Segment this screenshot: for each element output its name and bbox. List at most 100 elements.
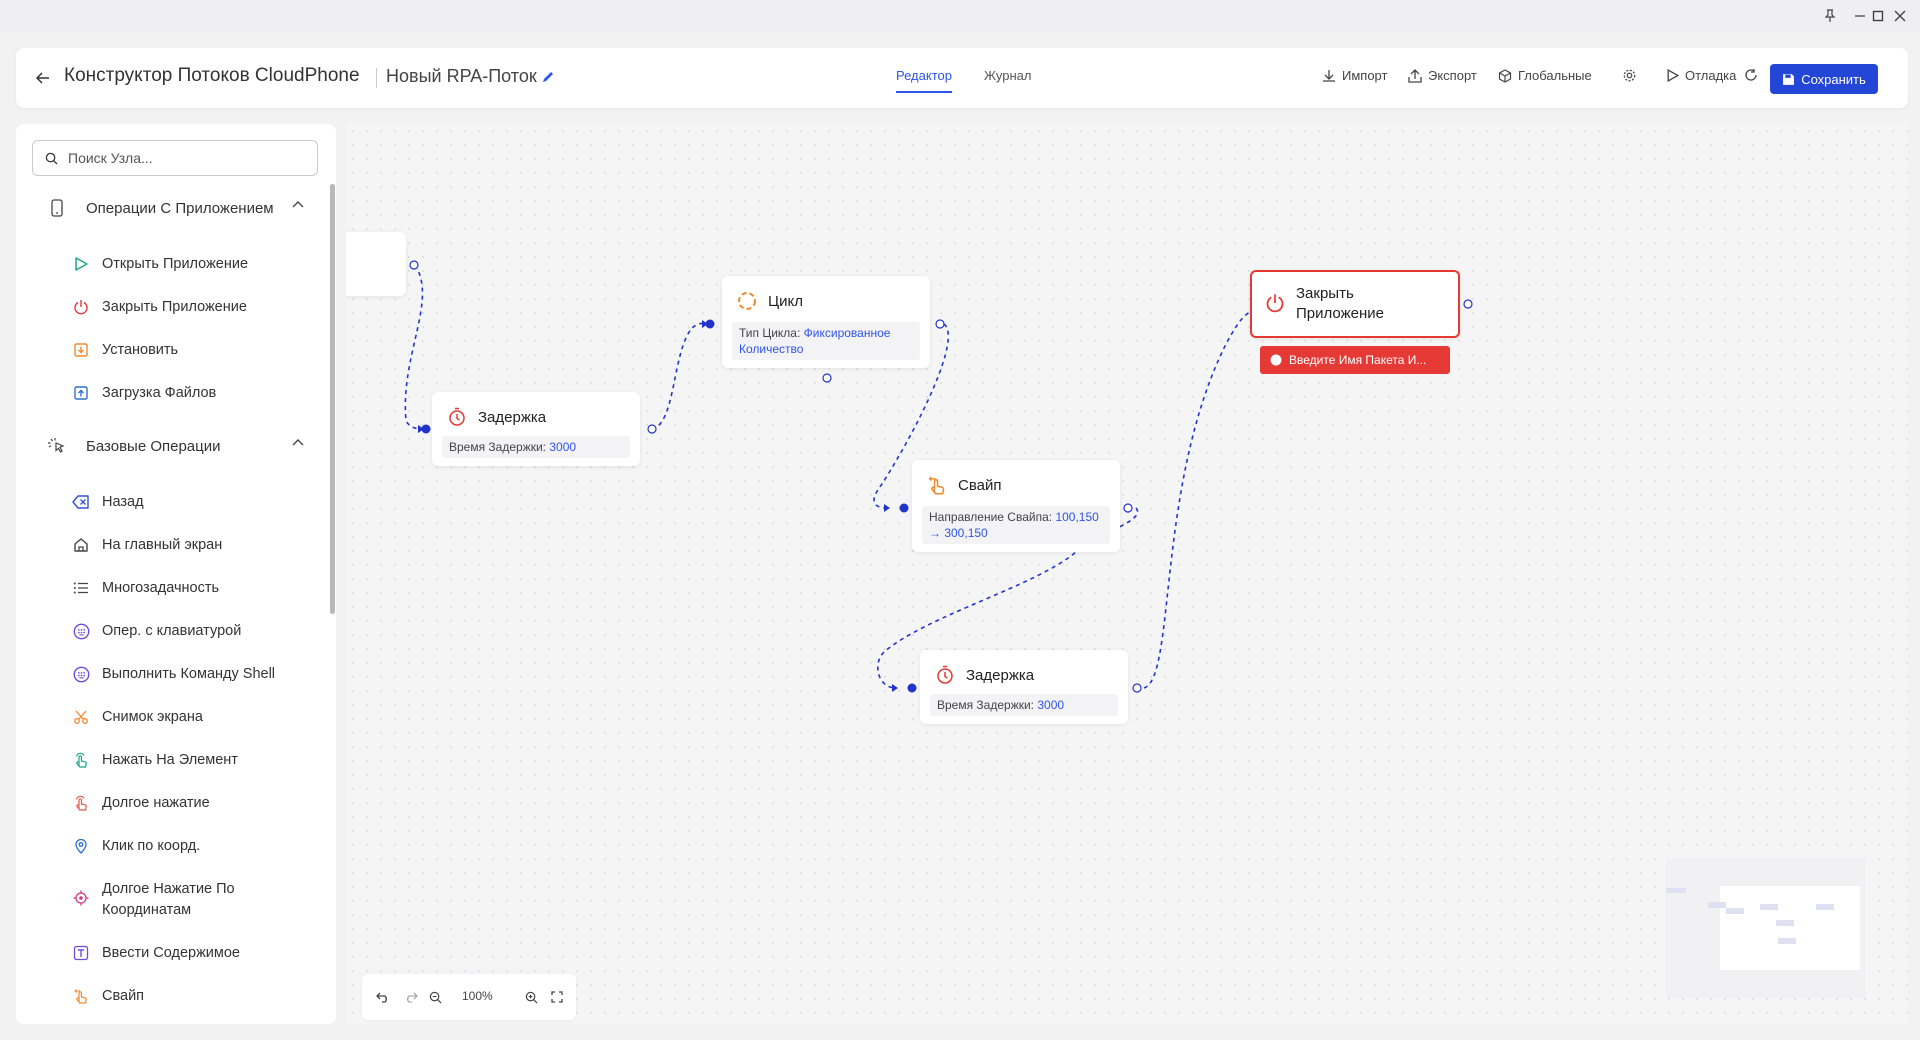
sidebar-item-upload-files[interactable]: Загрузка Файлов: [72, 383, 312, 404]
loop-node[interactable]: Цикл Тип Цикла: Фиксированное Количество: [722, 276, 930, 368]
sidebar-item-back[interactable]: Назад: [72, 492, 312, 513]
sidebar-item-keyboard[interactable]: Опер. с клавиатурой: [72, 621, 312, 642]
output-handle[interactable]: [647, 424, 657, 434]
tab-log[interactable]: Журнал: [984, 68, 1031, 91]
item-label: Клик по коорд.: [102, 838, 201, 854]
globals-label: Глобальные: [1518, 68, 1592, 83]
category-app-operations[interactable]: Операции С Приложением: [46, 196, 318, 220]
import-label: Импорт: [1342, 68, 1388, 83]
item-label: Выполнить Команду Shell: [102, 666, 276, 682]
home-icon: [72, 536, 90, 554]
undo-icon[interactable]: [374, 988, 392, 1006]
back-arrow-icon[interactable]: [32, 67, 54, 89]
arrowhead: [892, 684, 898, 692]
input-handle[interactable]: [421, 424, 431, 434]
app-header: Конструктор Потоков CloudPhone Новый RPA…: [16, 48, 1908, 108]
category-label: Операции С Приложением: [86, 199, 274, 217]
fit-view-icon[interactable]: [548, 988, 566, 1006]
swipe-icon: [72, 987, 90, 1005]
field-value: 3000: [1037, 698, 1065, 712]
tab-editor[interactable]: Редактор: [896, 68, 952, 93]
input-handle[interactable]: [705, 319, 715, 329]
import-button[interactable]: Импорт: [1322, 68, 1387, 83]
node-field: Направление Свайпа: 100,150 → 300,150: [922, 506, 1110, 544]
close-window-icon[interactable]: [1890, 6, 1910, 26]
stopwatch-icon: [934, 664, 956, 686]
pin-icon[interactable]: [1820, 6, 1840, 26]
output-handle[interactable]: [1132, 683, 1142, 693]
minimap[interactable]: [1666, 858, 1866, 998]
zoom-in-icon[interactable]: [522, 988, 540, 1006]
output-handle[interactable]: [1463, 299, 1473, 309]
start-node-partial[interactable]: [346, 232, 406, 296]
debug-button[interactable]: Отладка: [1666, 68, 1736, 83]
sidebar-item-long-press[interactable]: Долгое нажатие: [72, 793, 312, 814]
node-field: Время Задержки: 3000: [442, 436, 630, 458]
save-button[interactable]: Сохранить: [1770, 64, 1878, 94]
sidebar-item-swipe[interactable]: Свайп: [72, 986, 312, 1007]
node-field: Тип Цикла: Фиксированное Количество: [732, 322, 920, 360]
sidebar-item-enter-text[interactable]: Ввести Содержимое: [72, 943, 312, 964]
sidebar-item-click-coords[interactable]: Клик по коорд.: [72, 836, 312, 857]
sidebar-item-open-app[interactable]: Открыть Приложение: [72, 254, 312, 275]
sidebar-item-multitask[interactable]: Многозадачность: [72, 578, 312, 599]
input-handle[interactable]: [907, 683, 917, 693]
search-icon: [45, 152, 58, 165]
zoom-toolbar: 100%: [362, 974, 576, 1020]
shell-icon: [72, 665, 90, 683]
maximize-icon[interactable]: [1868, 6, 1888, 26]
node-header: Свайп: [926, 474, 1001, 496]
settings-button[interactable]: [1622, 68, 1637, 83]
field-label: Время Задержки:: [449, 440, 547, 454]
category-basic-operations[interactable]: Базовые Операции: [46, 434, 318, 458]
sidebar-item-screenshot[interactable]: Снимок экрана: [72, 707, 312, 728]
search-input[interactable]: [66, 149, 300, 167]
arrowhead: [884, 504, 890, 512]
output-handle[interactable]: [1123, 503, 1133, 513]
sidebar-item-close-app[interactable]: Закрыть Приложение: [72, 297, 312, 318]
node-field: Время Задержки: 3000: [930, 694, 1118, 716]
edge-delay-to-loop: [651, 322, 707, 430]
field-value: 3000: [549, 440, 577, 454]
node-header: Цикл: [736, 290, 803, 312]
tap-icon: [72, 751, 90, 769]
sidebar-item-shell[interactable]: Выполнить Команду Shell: [72, 664, 312, 685]
refresh-icon: [1745, 69, 1757, 81]
swipe-node[interactable]: Свайп Направление Свайпа: 100,150 → 300,…: [912, 460, 1120, 552]
export-button[interactable]: Экспорт: [1408, 68, 1477, 83]
flow-canvas[interactable]: Задержка Время Задержки: 3000 Цикл Тип Ц…: [346, 124, 1908, 1024]
sidebar-item-tap-element[interactable]: Нажать На Элемент: [72, 750, 312, 771]
redo-icon[interactable]: [402, 988, 420, 1006]
close-app-node[interactable]: Закрыть Приложение: [1250, 270, 1460, 338]
node-search[interactable]: [32, 140, 318, 176]
loop-body-handle[interactable]: [822, 373, 832, 383]
input-handle[interactable]: [899, 503, 909, 513]
chevron-up-icon[interactable]: [292, 436, 304, 453]
node-palette-sidebar: Операции С Приложением Открыть Приложени…: [16, 124, 336, 1024]
zoom-out-icon[interactable]: [426, 988, 444, 1006]
refresh-button[interactable]: [1744, 68, 1758, 82]
edit-pencil-icon[interactable]: [538, 67, 558, 87]
delay-node[interactable]: Задержка Время Задержки: 3000: [432, 392, 640, 466]
title-separator: [376, 68, 377, 88]
globals-button[interactable]: Глобальные: [1498, 68, 1592, 83]
item-label: Назад: [102, 494, 144, 510]
sidebar-item-install[interactable]: Установить: [72, 340, 312, 361]
sidebar-item-home[interactable]: На главный экран: [72, 535, 312, 556]
error-icon: [1270, 354, 1282, 366]
install-icon: [72, 341, 90, 359]
output-handle[interactable]: [409, 260, 419, 270]
stopwatch-icon: [446, 406, 468, 428]
item-label: Закрыть Приложение: [102, 299, 247, 315]
sidebar-scrollbar[interactable]: [328, 184, 336, 1024]
power-icon: [1264, 292, 1286, 314]
back-icon: [72, 493, 90, 511]
chevron-up-icon[interactable]: [292, 198, 304, 215]
sidebar-item-long-press-coords[interactable]: Долгое Нажатие По Координатам: [72, 879, 312, 921]
minimize-icon[interactable]: [1850, 6, 1870, 26]
item-label: Многозадачность: [102, 580, 220, 596]
output-handle[interactable]: [935, 319, 945, 329]
scrollbar-thumb[interactable]: [330, 184, 335, 614]
delay-node-2[interactable]: Задержка Время Задержки: 3000: [920, 650, 1128, 724]
save-icon: [1783, 73, 1795, 85]
